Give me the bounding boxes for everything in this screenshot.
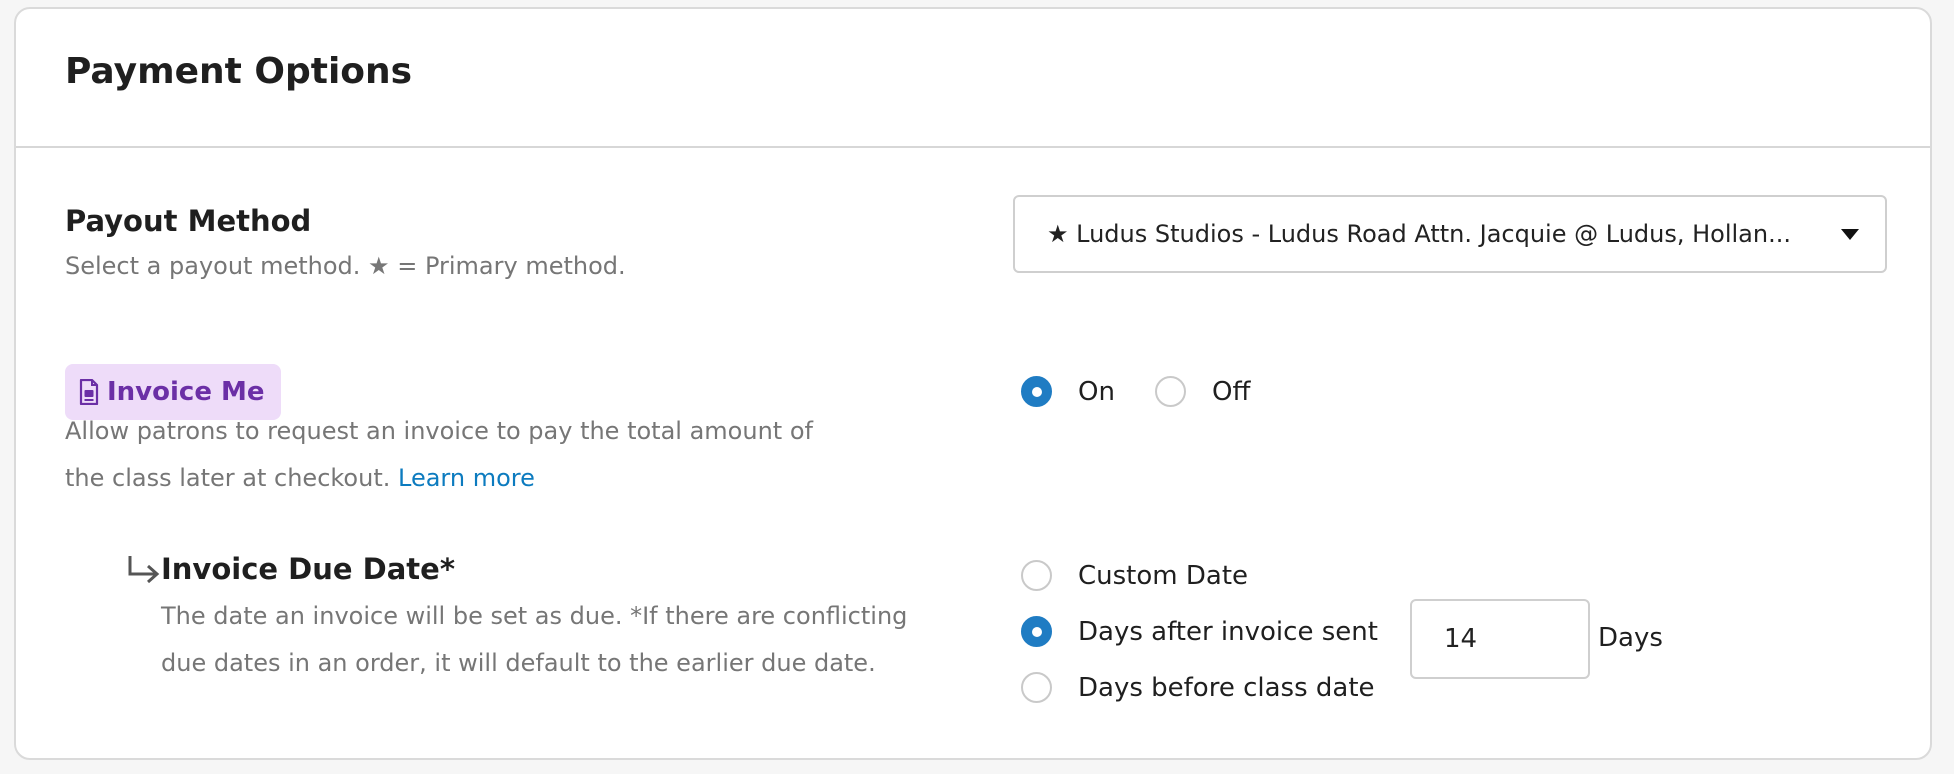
radio-on[interactable] (1021, 376, 1052, 407)
invoice-description-line-2-text: the class later at checkout. (65, 464, 391, 492)
star-icon: ★ (368, 252, 390, 280)
payout-method-title: Payout Method (65, 204, 312, 238)
radio-custom-date-label[interactable]: Custom Date (1078, 561, 1248, 591)
caret-down-icon (1841, 228, 1859, 240)
invoice-me-label: Invoice Me (107, 377, 265, 407)
due-date-description-line-1: The date an invoice will be set as due. … (161, 602, 908, 630)
due-date-option-days-before-class[interactable]: Days before class date (1021, 672, 1375, 703)
payout-description-prefix: Select a payout method. (65, 252, 361, 280)
radio-custom-date[interactable] (1021, 560, 1052, 591)
radio-days-before-class[interactable] (1021, 672, 1052, 703)
radio-days-after-invoice-label[interactable]: Days after invoice sent (1078, 617, 1378, 647)
payout-description-suffix: = Primary method. (397, 252, 626, 280)
days-unit-label: Days (1598, 623, 1663, 653)
days-count-input[interactable] (1410, 599, 1590, 679)
radio-days-before-class-label[interactable]: Days before class date (1078, 673, 1375, 703)
payout-method-selected-value: ★ Ludus Studios - Ludus Road Attn. Jacqu… (1047, 220, 1791, 248)
payout-method-select[interactable]: ★ Ludus Studios - Ludus Road Attn. Jacqu… (1013, 195, 1887, 273)
radio-off[interactable] (1155, 376, 1186, 407)
invoice-description-line-1: Allow patrons to request an invoice to p… (65, 417, 813, 445)
due-date-option-custom-date[interactable]: Custom Date (1021, 560, 1248, 591)
due-date-description-line-2: due dates in an order, it will default t… (161, 649, 876, 677)
invoice-due-date-description: The date an invoice will be set as due. … (161, 593, 907, 687)
invoice-me-radio-off[interactable]: Off (1155, 376, 1250, 407)
radio-off-label[interactable]: Off (1212, 377, 1250, 407)
document-icon (79, 379, 99, 405)
learn-more-link[interactable]: Learn more (398, 464, 535, 492)
payout-method-description: Select a payout method. ★ = Primary meth… (65, 243, 626, 290)
subitem-arrow-icon (128, 556, 160, 584)
page-title: Payment Options (65, 51, 413, 92)
invoice-me-radio-on[interactable]: On (1021, 376, 1115, 407)
due-date-option-days-after-invoice[interactable]: Days after invoice sent (1021, 616, 1378, 647)
radio-on-label[interactable]: On (1078, 377, 1115, 407)
card-header: Payment Options (16, 9, 1930, 148)
radio-days-after-invoice[interactable] (1021, 616, 1052, 647)
invoice-me-description: Allow patrons to request an invoice to p… (65, 408, 813, 502)
invoice-description-line-2: the class later at checkout. Learn more (65, 455, 813, 502)
payment-options-card: Payment Options Payout Method Select a p… (14, 7, 1932, 760)
invoice-due-date-title: Invoice Due Date* (161, 552, 455, 586)
